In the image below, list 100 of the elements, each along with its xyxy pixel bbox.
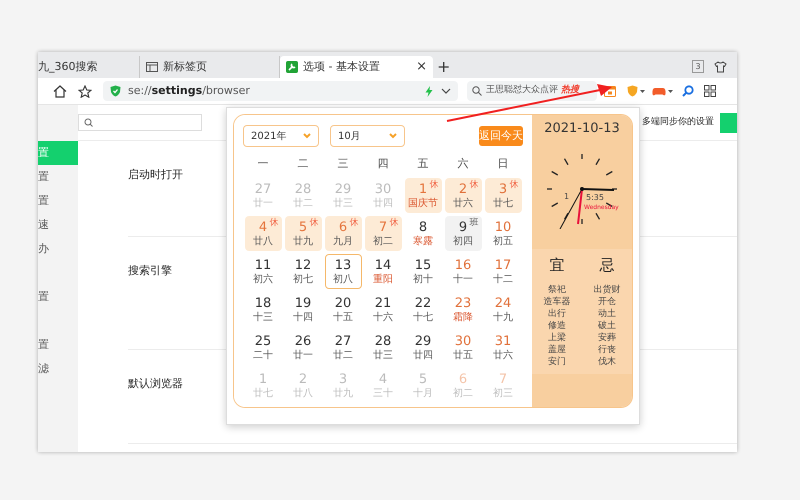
day-number: 3 bbox=[498, 182, 508, 196]
weekday-label: 六 bbox=[456, 156, 470, 172]
calendar-day[interactable]: 23 霜降 bbox=[444, 292, 482, 327]
sidebar-item[interactable]: 置 bbox=[38, 189, 78, 213]
home-icon[interactable] bbox=[53, 84, 67, 98]
hot-search-label: 热搜 bbox=[561, 84, 579, 98]
lunar-date: 初六 bbox=[253, 272, 273, 286]
calendar-day[interactable]: 26 廿一 bbox=[284, 330, 322, 365]
almanac-item: 造车器 bbox=[544, 296, 570, 308]
calendar-day[interactable]: 24 十九 bbox=[484, 292, 522, 327]
calendar-day[interactable]: 11 初六 bbox=[244, 254, 282, 289]
calendar-day[interactable]: 10 初五 bbox=[484, 216, 522, 251]
calendar-day[interactable]: 28 廿三 bbox=[364, 330, 402, 365]
lunar-date: 廿八 bbox=[253, 234, 273, 248]
search-box[interactable]: 王思聪怼大众点评 热搜 bbox=[467, 81, 597, 101]
settings-search-field[interactable] bbox=[78, 114, 202, 131]
day-tag: 休 bbox=[310, 218, 318, 228]
lunar-date: 十九 bbox=[493, 310, 513, 324]
day-number: 23 bbox=[454, 296, 472, 310]
calendar-day[interactable]: 18 十三 bbox=[244, 292, 282, 327]
lunar-date: 廿六 bbox=[453, 196, 473, 210]
day-number: 30 bbox=[374, 182, 392, 196]
almanac-item: 盖屋 bbox=[548, 344, 566, 356]
day-number: 17 bbox=[494, 258, 512, 272]
calendar-day[interactable]: 29 廿四 bbox=[404, 330, 442, 365]
lunar-date: 重阳 bbox=[373, 272, 393, 286]
lunar-date: 初七 bbox=[293, 272, 313, 286]
calendar-day[interactable]: 22 十七 bbox=[404, 292, 442, 327]
star-icon[interactable] bbox=[78, 84, 92, 98]
day-number: 6 bbox=[338, 220, 348, 234]
close-button[interactable]: × bbox=[416, 57, 427, 77]
day-number: 13 bbox=[334, 258, 352, 272]
lunar-date: 初二 bbox=[453, 386, 473, 400]
search-icon[interactable] bbox=[682, 85, 694, 97]
gamepad-icon[interactable] bbox=[652, 86, 666, 96]
calendar-day[interactable]: 31 廿六 bbox=[484, 330, 522, 365]
grid-icon[interactable] bbox=[704, 85, 716, 97]
month-select[interactable]: 10月 bbox=[330, 125, 405, 147]
calendar-day[interactable]: 13 初八 bbox=[324, 254, 362, 289]
chevron-down-icon[interactable] bbox=[441, 88, 451, 94]
chevron-down-icon bbox=[303, 133, 311, 139]
day-number: 2 bbox=[458, 182, 468, 196]
new-tab-button[interactable]: + bbox=[437, 59, 450, 75]
almanac-item: 行丧 bbox=[598, 344, 616, 356]
caret-icon[interactable] bbox=[640, 90, 645, 92]
lunar-date: 廿七 bbox=[253, 386, 273, 400]
lunar-date: 二十 bbox=[253, 348, 273, 362]
calendar-day[interactable]: 16 十一 bbox=[444, 254, 482, 289]
almanac-item: 修造 bbox=[548, 320, 566, 332]
sidebar-item[interactable]: 置 bbox=[38, 333, 78, 357]
day-number: 5 bbox=[298, 220, 308, 234]
lunar-date: 廿六 bbox=[493, 348, 513, 362]
lunar-date: 廿七 bbox=[493, 196, 513, 210]
lunar-date: 九月 bbox=[333, 234, 353, 248]
lunar-date: 廿四 bbox=[413, 348, 433, 362]
day-tag: 休 bbox=[390, 218, 398, 228]
day-number: 27 bbox=[254, 182, 272, 196]
clock-time: 5:35 bbox=[586, 192, 604, 202]
tab-title: 选项 - 基本设置 bbox=[303, 58, 380, 75]
shirt-icon[interactable] bbox=[714, 60, 727, 72]
page-icon bbox=[146, 62, 158, 72]
day-number: 16 bbox=[454, 258, 472, 272]
day-number: 9 bbox=[458, 220, 468, 234]
calendar-day[interactable]: 15 初十 bbox=[404, 254, 442, 289]
calendar-day[interactable]: 20 十五 bbox=[324, 292, 362, 327]
lunar-date: 廿五 bbox=[453, 348, 473, 362]
day-number: 7 bbox=[498, 372, 508, 386]
search-icon bbox=[472, 86, 482, 96]
sidebar-item[interactable]: 置 bbox=[38, 285, 78, 309]
calendar-day[interactable]: 21 十六 bbox=[364, 292, 402, 327]
calendar-day[interactable]: 30 廿五 bbox=[444, 330, 482, 365]
calendar-day[interactable]: 25 二十 bbox=[244, 330, 282, 365]
tab-counter[interactable]: 3 bbox=[692, 60, 704, 73]
calendar-day[interactable]: 8 寒露 bbox=[404, 216, 442, 251]
sidebar-item[interactable]: 办 bbox=[38, 237, 78, 261]
day-tag: 班 bbox=[470, 218, 478, 228]
calendar-day[interactable]: 14 重阳 bbox=[364, 254, 402, 289]
sidebar-item[interactable]: 滤 bbox=[38, 357, 78, 381]
day-number: 19 bbox=[294, 296, 312, 310]
browser-tab[interactable]: 选项 - 基本设置 × bbox=[280, 56, 433, 78]
sidebar-item[interactable]: 速 bbox=[38, 213, 78, 237]
sidebar-item[interactable]: 置 bbox=[38, 165, 78, 189]
caret-icon[interactable] bbox=[668, 90, 673, 92]
calendar-day[interactable]: 17 十二 bbox=[484, 254, 522, 289]
day-number: 1 bbox=[418, 182, 428, 196]
day-number: 7 bbox=[378, 220, 388, 234]
year-select[interactable]: 2021年 bbox=[243, 125, 319, 147]
chevron-down-icon bbox=[389, 133, 397, 139]
day-number: 21 bbox=[374, 296, 392, 310]
calendar-day[interactable]: 19 十四 bbox=[284, 292, 322, 327]
lunar-date: 十一 bbox=[453, 272, 473, 286]
calendar-day[interactable]: 12 初七 bbox=[284, 254, 322, 289]
calendar-day[interactable]: 27 廿二 bbox=[324, 330, 362, 365]
lunar-date: 初八 bbox=[333, 272, 353, 286]
lunar-date: 十七 bbox=[413, 310, 433, 324]
almanac-item: 上梁 bbox=[548, 332, 566, 344]
lunar-date: 初五 bbox=[493, 234, 513, 248]
shield-icon bbox=[110, 85, 121, 97]
address-bar[interactable]: se://settings/browser bbox=[103, 81, 458, 101]
search-icon bbox=[84, 118, 93, 127]
